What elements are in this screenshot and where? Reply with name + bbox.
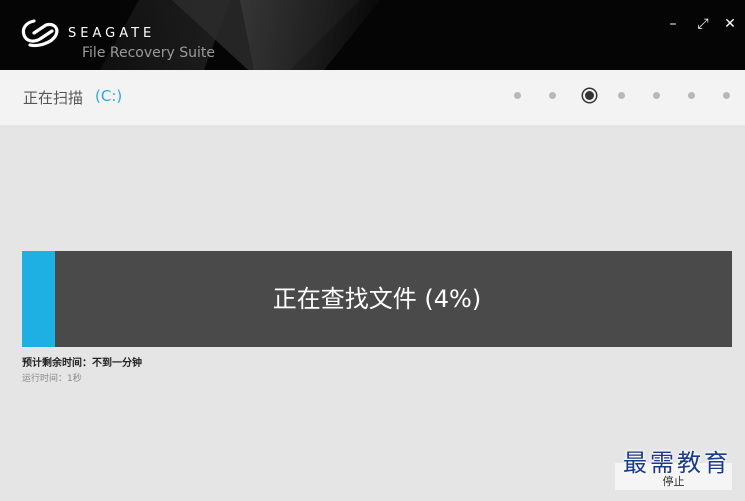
maximize-button[interactable]: ⤢ — [694, 16, 712, 32]
scan-progress-bar: 正在查找文件 (4%) — [22, 251, 732, 347]
step-dot — [548, 92, 556, 99]
step-dot — [618, 92, 626, 99]
scan-status-label: 正在扫描 — [23, 89, 84, 107]
product-name: File Recovery Suite — [82, 45, 215, 61]
step-dot — [514, 92, 521, 99]
scan-header: 正在扫描 (C:) — [0, 70, 745, 125]
step-dot — [688, 92, 695, 99]
title-bar: SEAGATE File Recovery Suite – ⤢ ✕ — [0, 0, 745, 70]
watermark-text: 最需教育 — [623, 449, 731, 477]
brand-name: SEAGATE — [68, 26, 156, 41]
minimize-button[interactable]: – — [664, 16, 682, 32]
step-dot — [653, 92, 661, 99]
estimated-time-remaining: 预计剩余时间：不到一分钟 — [22, 358, 142, 369]
seagate-logo-icon — [21, 19, 59, 48]
step-dot — [722, 92, 730, 99]
progress-label: 正在查找文件 (4%) — [272, 285, 482, 313]
drive-label: (C:) — [95, 87, 123, 105]
step-dot-active — [582, 89, 596, 102]
elapsed-time: 运行时间：1秒 — [22, 374, 82, 384]
close-button[interactable]: ✕ — [721, 16, 739, 32]
